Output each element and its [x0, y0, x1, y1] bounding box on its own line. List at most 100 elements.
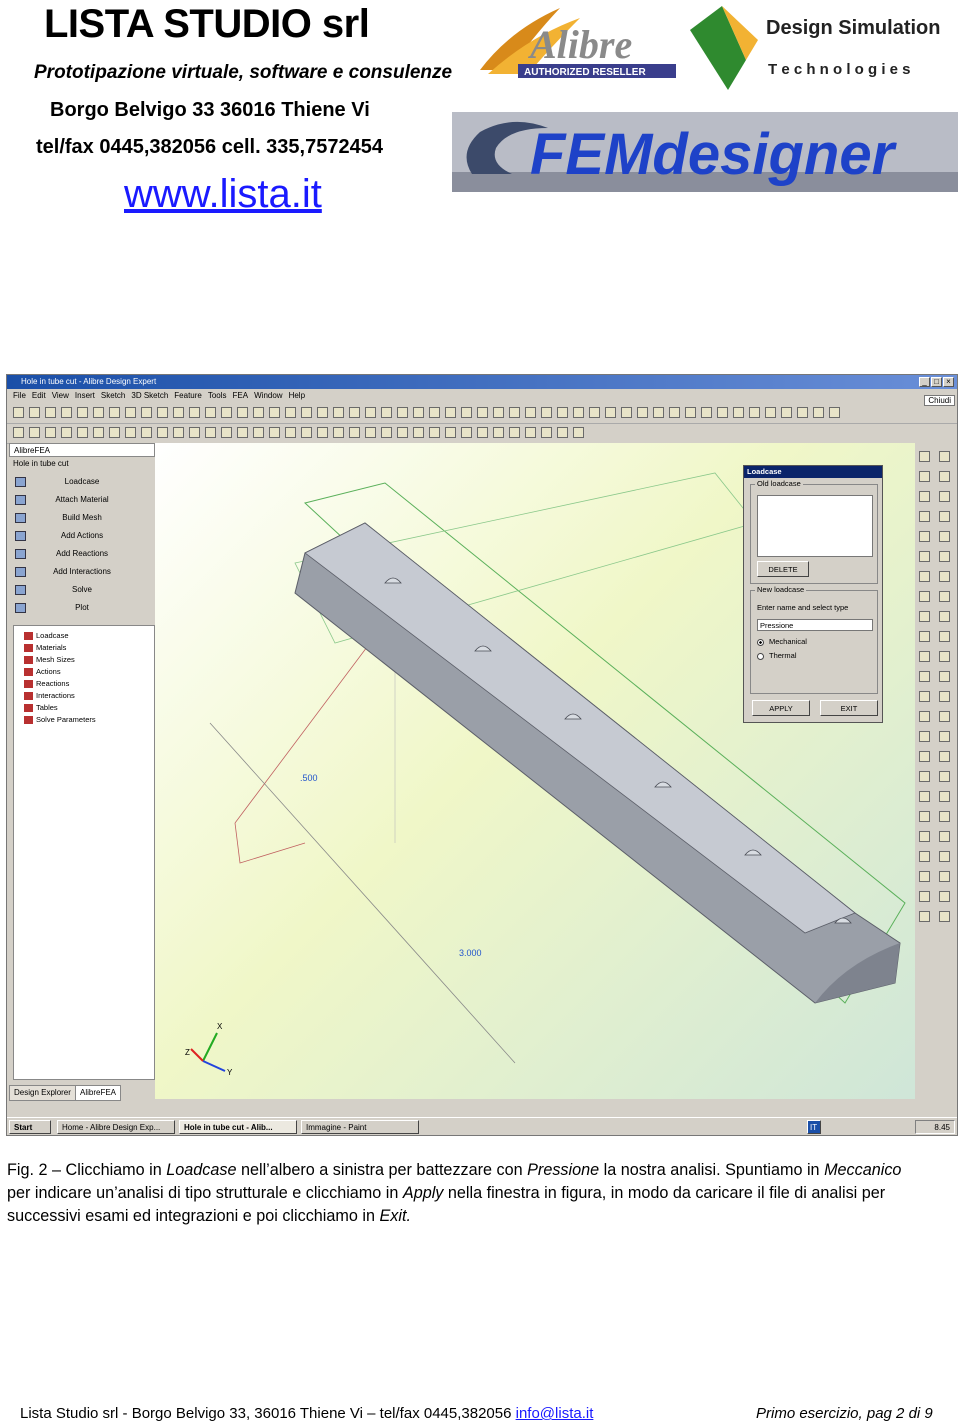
fea-item-add-actions[interactable]: Add Actions — [9, 527, 155, 545]
right-tool-icon[interactable] — [919, 671, 930, 682]
start-button[interactable]: Start — [9, 1120, 51, 1134]
task-hole-in-tube[interactable]: Hole in tube cut - Alib... — [179, 1120, 297, 1134]
loadcase-name-input[interactable]: Pressione — [757, 619, 873, 631]
toolbar-tool-icon[interactable] — [365, 407, 376, 418]
toolbar-tool-icon[interactable] — [237, 407, 248, 418]
tab-design-explorer[interactable]: Design Explorer — [9, 1085, 76, 1101]
toolbar-tool-icon[interactable] — [157, 427, 168, 438]
menu-item-window[interactable]: Window — [254, 391, 282, 400]
right-tool-icon[interactable] — [939, 751, 950, 762]
toolbar-tool-icon[interactable] — [781, 407, 792, 418]
toolbar-tool-icon[interactable] — [509, 407, 520, 418]
toolbar-tool-icon[interactable] — [605, 407, 616, 418]
old-loadcase-list[interactable] — [757, 495, 873, 557]
right-tool-icon[interactable] — [919, 831, 930, 842]
right-tool-icon[interactable] — [939, 771, 950, 782]
menu-item-view[interactable]: View — [52, 391, 69, 400]
toolbar-tool-icon[interactable] — [77, 427, 88, 438]
toolbar-tool-icon[interactable] — [349, 427, 360, 438]
menu-item-help[interactable]: Help — [289, 391, 305, 400]
toolbar-tool-icon[interactable] — [301, 407, 312, 418]
toolbar-tool-icon[interactable] — [397, 407, 408, 418]
toolbar-tool-icon[interactable] — [397, 427, 408, 438]
toolbar-tool-icon[interactable] — [701, 407, 712, 418]
right-tool-icon[interactable] — [939, 551, 950, 562]
toolbar-tool-icon[interactable] — [269, 427, 280, 438]
toolbar-tool-icon[interactable] — [429, 407, 440, 418]
right-tool-icon[interactable] — [919, 471, 930, 482]
toolbar-tool-icon[interactable] — [13, 427, 24, 438]
maximize-icon[interactable]: □ — [931, 377, 942, 387]
toolbar-tool-icon[interactable] — [477, 427, 488, 438]
right-tool-icon[interactable] — [939, 711, 950, 722]
toolbar-tool-icon[interactable] — [189, 407, 200, 418]
toolbar-tool-icon[interactable] — [333, 427, 344, 438]
right-tool-icon[interactable] — [919, 871, 930, 882]
toolbar-tool-icon[interactable] — [221, 407, 232, 418]
toolbar-tool-icon[interactable] — [477, 407, 488, 418]
right-tool-icon[interactable] — [939, 511, 950, 522]
toolbar-tool-icon[interactable] — [61, 407, 72, 418]
toolbar-tool-icon[interactable] — [685, 407, 696, 418]
toolbar-tool-icon[interactable] — [253, 427, 264, 438]
toolbar-tool-icon[interactable] — [317, 407, 328, 418]
menu-item-fea[interactable]: FEA — [233, 391, 249, 400]
right-tool-icon[interactable] — [919, 511, 930, 522]
toolbar-tool-icon[interactable] — [589, 407, 600, 418]
toolbar-tool-icon[interactable] — [61, 427, 72, 438]
toolbar-tool-icon[interactable] — [189, 427, 200, 438]
toolbar-tool-icon[interactable] — [29, 407, 40, 418]
toolbar-tool-icon[interactable] — [285, 427, 296, 438]
right-tool-icon[interactable] — [939, 831, 950, 842]
tree-item-materials[interactable]: Materials — [24, 642, 66, 654]
toolbar-tool-icon[interactable] — [381, 427, 392, 438]
tree-item-loadcase[interactable]: Loadcase — [24, 630, 69, 642]
task-home-alibre[interactable]: Home - Alibre Design Exp... — [57, 1120, 175, 1134]
toolbar-tool-icon[interactable] — [237, 427, 248, 438]
toolbar-tool-icon[interactable] — [557, 407, 568, 418]
right-tool-icon[interactable] — [939, 471, 950, 482]
toolbar-tool-icon[interactable] — [445, 407, 456, 418]
toolbar-tool-icon[interactable] — [109, 407, 120, 418]
toolbar-tool-icon[interactable] — [733, 407, 744, 418]
toolbar-tool-icon[interactable] — [301, 427, 312, 438]
toolbar-tool-icon[interactable] — [541, 427, 552, 438]
toolbar-tool-icon[interactable] — [29, 427, 40, 438]
tree-item-mesh-sizes[interactable]: Mesh Sizes — [24, 654, 75, 666]
right-tool-icon[interactable] — [939, 791, 950, 802]
right-tool-icon[interactable] — [939, 911, 950, 922]
toolbar-tool-icon[interactable] — [541, 407, 552, 418]
toolbar-tool-icon[interactable] — [525, 407, 536, 418]
right-tool-icon[interactable] — [939, 491, 950, 502]
toolbar-tool-icon[interactable] — [637, 407, 648, 418]
toolbar-tool-icon[interactable] — [125, 407, 136, 418]
apply-button[interactable]: APPLY — [752, 700, 810, 716]
toolbar-tool-icon[interactable] — [253, 407, 264, 418]
toolbar-tool-icon[interactable] — [493, 427, 504, 438]
toolbar-tool-icon[interactable] — [349, 407, 360, 418]
right-tool-icon[interactable] — [919, 911, 930, 922]
toolbar-tool-icon[interactable] — [717, 407, 728, 418]
right-tool-icon[interactable] — [939, 671, 950, 682]
right-tool-icon[interactable] — [939, 891, 950, 902]
toolbar-tool-icon[interactable] — [493, 407, 504, 418]
toolbar-tool-icon[interactable] — [365, 427, 376, 438]
right-tool-icon[interactable] — [919, 691, 930, 702]
toolbar-tool-icon[interactable] — [413, 407, 424, 418]
toolbar-tool-icon[interactable] — [93, 407, 104, 418]
right-tool-icon[interactable] — [939, 651, 950, 662]
right-tool-icon[interactable] — [919, 731, 930, 742]
toolbar-tool-icon[interactable] — [829, 407, 840, 418]
right-tool-icon[interactable] — [919, 791, 930, 802]
menu-item-edit[interactable]: Edit — [32, 391, 46, 400]
right-tool-icon[interactable] — [919, 591, 930, 602]
toolbar-tool-icon[interactable] — [413, 427, 424, 438]
menu-item-feature[interactable]: Feature — [174, 391, 202, 400]
toolbar-tool-icon[interactable] — [573, 427, 584, 438]
toolbar-tool-icon[interactable] — [173, 407, 184, 418]
right-tool-icon[interactable] — [919, 571, 930, 582]
menu-item-tools[interactable]: Tools — [208, 391, 227, 400]
toolbar-tool-icon[interactable] — [77, 407, 88, 418]
right-tool-icon[interactable] — [939, 571, 950, 582]
toolbar-tool-icon[interactable] — [381, 407, 392, 418]
